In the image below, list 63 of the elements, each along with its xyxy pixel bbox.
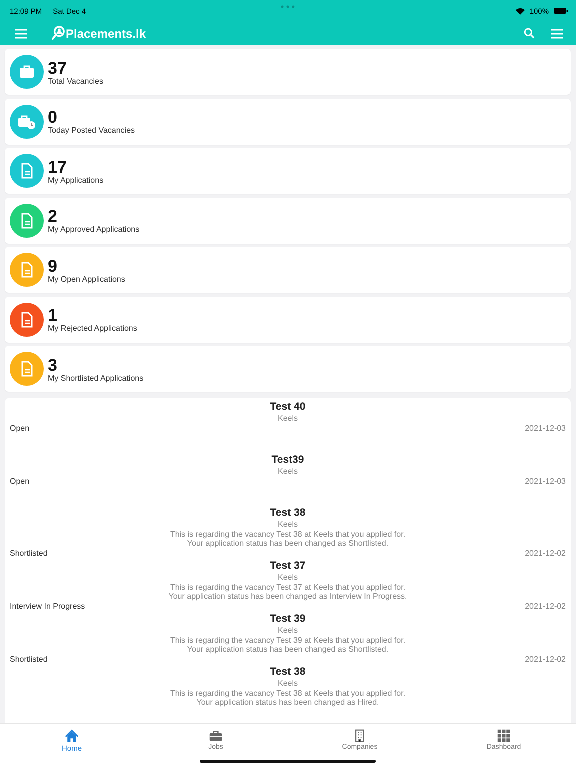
notification-date: 2021-12-02 [525, 602, 566, 612]
grid-icon [497, 729, 511, 743]
stat-value: 17 [48, 158, 68, 176]
notification-title: Test 38 [270, 665, 306, 679]
notification-message: This is regarding the vacancy Test 37 at Keels that you applied for. [170, 582, 406, 592]
logo-icon [52, 26, 65, 41]
briefcase-icon [209, 729, 223, 743]
company-name: Keels [278, 573, 298, 582]
app-logo-text: Placements.lk [66, 26, 146, 40]
stat-card[interactable]: 17 My Applications [5, 148, 571, 194]
stat-value: 3 [48, 356, 58, 374]
notification-title: Test 40 [270, 400, 306, 414]
application-status: Open [10, 476, 30, 486]
stat-card[interactable]: 9 My Open Applications [5, 247, 571, 293]
search-icon[interactable] [524, 28, 535, 39]
stat-label: Today Posted Vacancies [48, 126, 136, 136]
stat-label: My Approved Applications [48, 225, 140, 235]
wifi-icon [516, 8, 525, 14]
application-status: Open [10, 424, 30, 434]
stat-value: 2 [48, 208, 58, 225]
stat-card[interactable]: 1 My Rejected Applications [5, 296, 571, 342]
stat-label: My Open Applications [48, 274, 126, 284]
notification-date: 2021-12-03 [525, 424, 566, 434]
stat-card[interactable]: 0 Today Posted Vacancies [5, 98, 571, 144]
notification-message: This is regarding the vacancy Test 39 at Keels that you applied for. [170, 636, 406, 645]
stat-label: My Shortlisted Applications [48, 374, 144, 384]
company-name: Keels [278, 679, 298, 688]
stat-label: My Rejected Applications [48, 324, 138, 334]
application-status: Shortlisted [10, 548, 48, 558]
company-name: Keels [278, 626, 298, 636]
notification-title: Test 38 [270, 506, 306, 520]
notification-message: This is regarding the vacancy Test 38 at Keels that you applied for. [170, 688, 406, 698]
notification-date: 2021-12-02 [525, 654, 566, 664]
notification-date: 2021-12-02 [525, 548, 566, 558]
stat-label: Total Vacancies [48, 76, 104, 86]
notification-title: Test39 [272, 453, 304, 467]
stat-card[interactable]: 3 My Shortlisted Applications [5, 346, 571, 392]
company-name: Keels [278, 414, 298, 424]
menu-icon[interactable] [551, 28, 563, 38]
stat-card[interactable]: 2 My Approved Applications [5, 198, 571, 244]
notification-message: Your application status has been changed as Hired. [196, 698, 380, 708]
company-name: Keels [278, 520, 298, 530]
notification-date: 2021-12-03 [525, 476, 566, 486]
stat-value: 1 [48, 307, 58, 324]
stat-value: 37 [48, 60, 68, 76]
battery-icon [554, 8, 568, 14]
menu-icon[interactable] [15, 28, 27, 38]
notification-message: Your application status has been changed as Shortlisted. [187, 645, 389, 654]
stat-value: 0 [48, 109, 58, 126]
home-icon [65, 729, 79, 743]
application-status: Shortlisted [10, 654, 48, 664]
company-name: Keels [278, 467, 298, 476]
building-icon [353, 729, 367, 743]
notification-title: Test 39 [270, 612, 306, 626]
stat-value: 9 [48, 258, 58, 274]
multitask-icon [281, 5, 295, 9]
notification-message: This is regarding the vacancy Test 38 at Keels that you applied for. [170, 530, 406, 539]
notification-message: Your application status has been changed as Interview In Progress. [168, 592, 408, 602]
stat-card[interactable]: 37 Total Vacancies [5, 49, 571, 95]
notification-title: Test 37 [270, 559, 306, 573]
application-status: Interview In Progress [10, 602, 86, 612]
stat-label: My Applications [48, 176, 104, 186]
notification-message: Your application status has been changed as Shortlisted. [187, 539, 389, 548]
